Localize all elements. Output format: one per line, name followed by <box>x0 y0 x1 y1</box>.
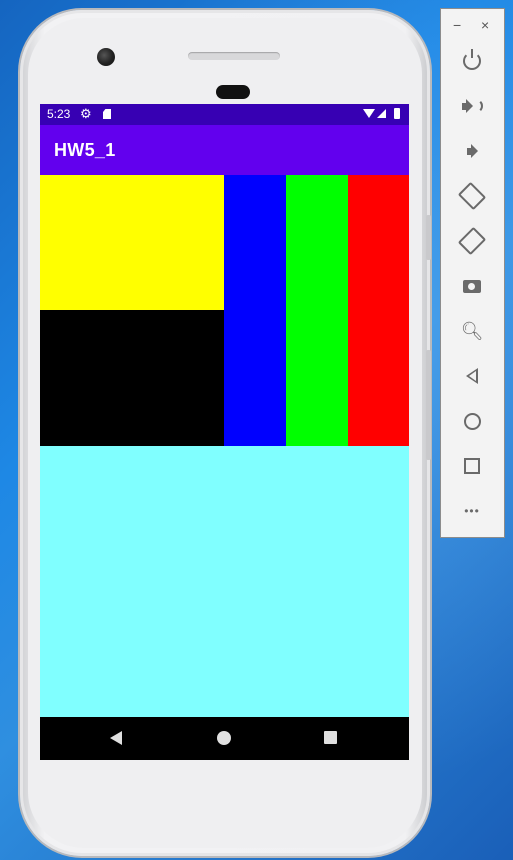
power-icon <box>463 49 481 70</box>
overview-button[interactable] <box>457 451 487 481</box>
zoom-button[interactable]: 🔍︎ <box>457 316 487 346</box>
volume-down-icon <box>466 144 478 158</box>
wifi-icon <box>363 109 375 118</box>
yellow-block <box>40 175 224 310</box>
app-title: HW5_1 <box>54 140 116 160</box>
more-icon: ••• <box>464 504 480 518</box>
green-block <box>286 175 348 446</box>
navigation-bar <box>40 717 409 760</box>
more-button[interactable]: ••• <box>457 496 487 526</box>
back-icon[interactable] <box>110 731 122 745</box>
front-camera <box>97 48 115 66</box>
rotate-right-button[interactable] <box>457 226 487 256</box>
volume-side-button[interactable] <box>426 350 431 460</box>
power-button[interactable] <box>457 46 487 76</box>
rotate-right-icon <box>457 226 487 256</box>
gear-icon: ⚙ <box>80 106 92 121</box>
battery-icon <box>394 108 400 119</box>
signal-icon <box>377 109 386 118</box>
volume-up-icon <box>461 99 483 113</box>
power-side-button[interactable] <box>426 215 431 260</box>
volume-down-button[interactable] <box>457 136 487 166</box>
back-button[interactable] <box>457 361 487 391</box>
cyan-block <box>40 446 409 717</box>
earpiece-speaker <box>188 52 280 60</box>
home-icon[interactable] <box>217 731 231 745</box>
zoom-icon: 🔍︎ <box>460 320 484 341</box>
home-icon <box>463 412 481 430</box>
camera-icon <box>463 279 481 293</box>
device-screen: 5:23 ⚙ HW5_1 <box>40 104 409 760</box>
black-block <box>40 310 224 446</box>
status-time: 5:23 <box>47 107 71 121</box>
rotate-left-icon <box>457 181 487 211</box>
sd-card-icon <box>103 109 111 119</box>
back-icon <box>466 368 478 384</box>
volume-up-button[interactable] <box>457 91 487 121</box>
layout-content <box>40 175 409 717</box>
home-button[interactable] <box>457 406 487 436</box>
screenshot-button[interactable] <box>457 271 487 301</box>
red-block <box>348 175 409 446</box>
status-bar: 5:23 ⚙ <box>40 104 409 125</box>
close-button[interactable]: × <box>481 17 489 33</box>
emulator-titlebar: − × <box>441 9 504 43</box>
app-bar: HW5_1 <box>40 125 409 175</box>
rotate-left-button[interactable] <box>457 181 487 211</box>
recents-icon[interactable] <box>324 731 337 744</box>
minimize-button[interactable]: − <box>453 17 461 33</box>
emulator-toolbar: − × 🔍︎ ••• <box>440 8 505 538</box>
overview-icon <box>464 458 480 474</box>
proximity-sensor <box>216 85 250 99</box>
blue-block <box>224 175 286 446</box>
